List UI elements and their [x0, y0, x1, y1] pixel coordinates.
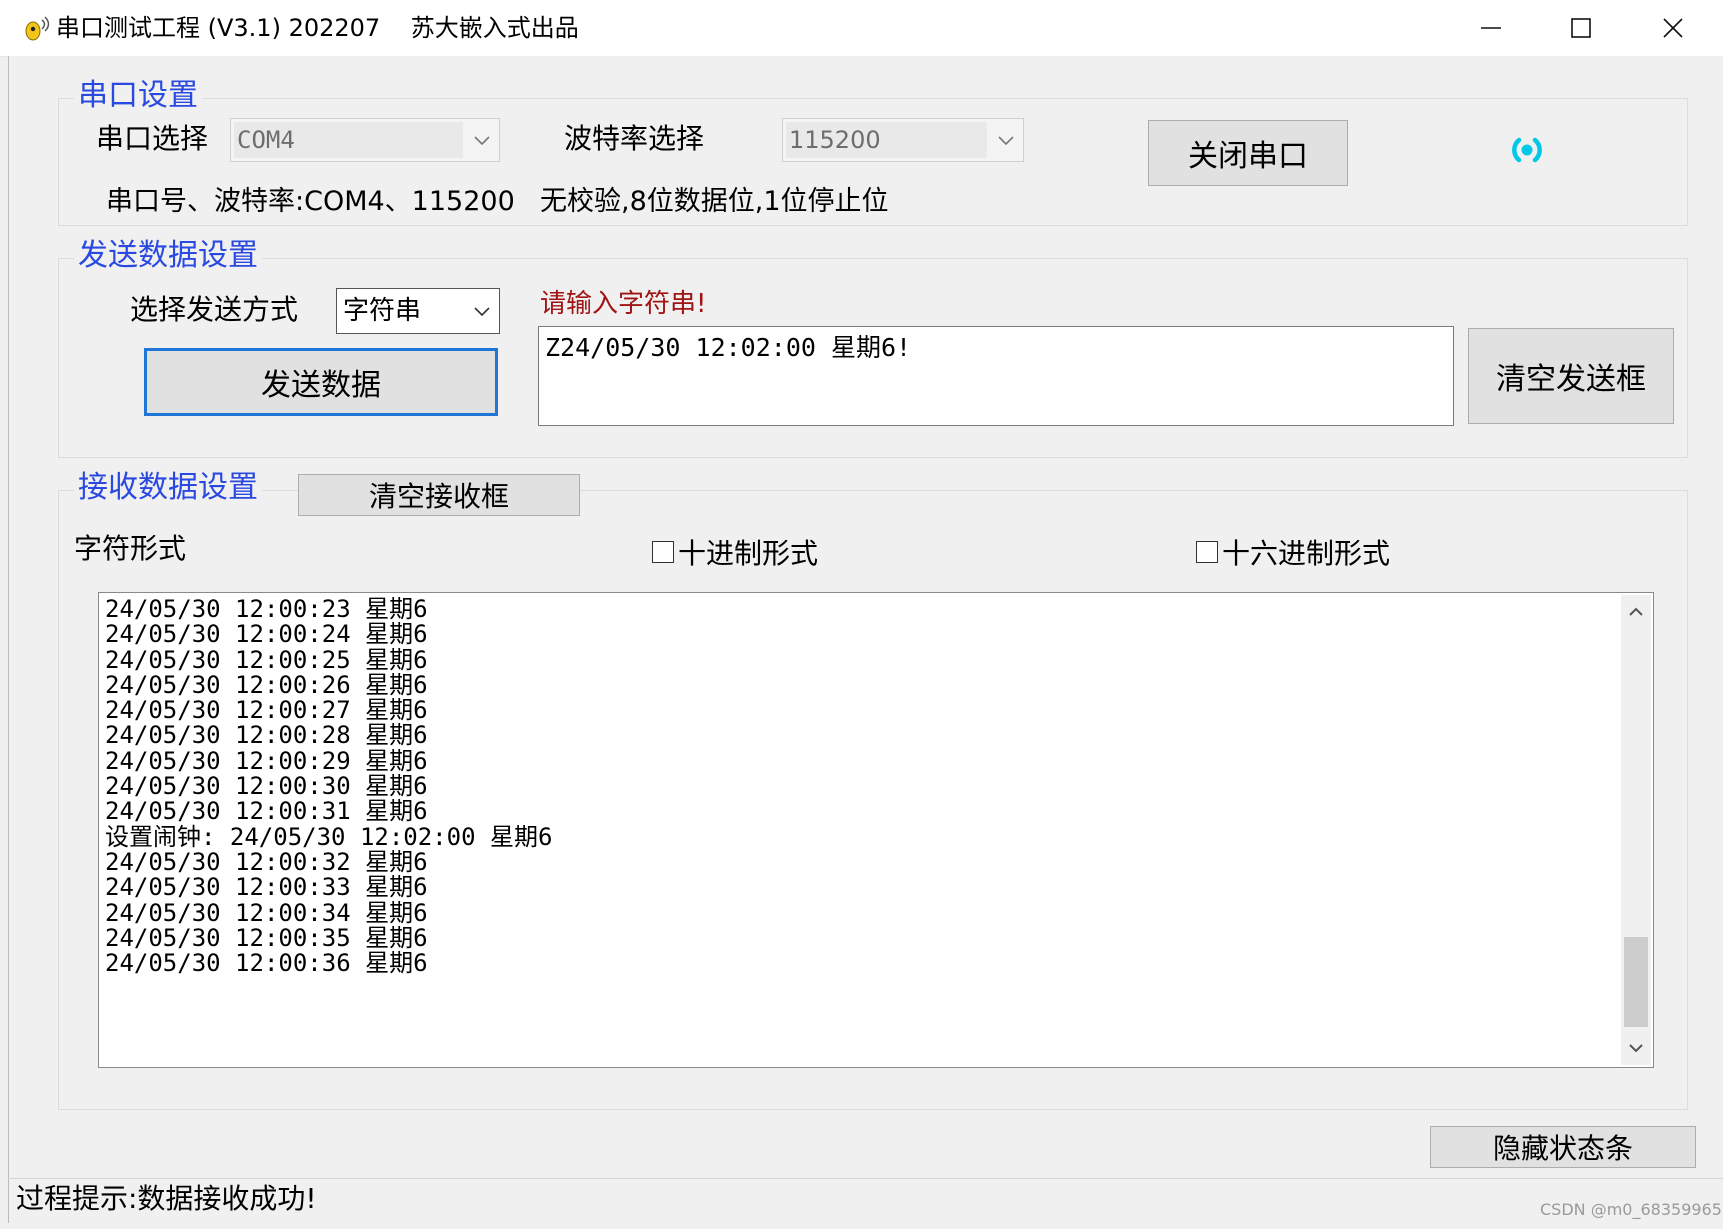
chevron-down-icon	[1629, 1044, 1643, 1053]
receive-line: 设置闹钟: 24/05/30 12:02:00 星期6	[105, 822, 553, 851]
send-input[interactable]: Z24/05/30 12:02:00 星期6!	[538, 326, 1454, 426]
scroll-up-button[interactable]	[1621, 597, 1651, 627]
receive-line: 24/05/30 12:00:23 星期6	[105, 595, 428, 623]
send-settings-title: 发送数据设置	[74, 238, 262, 274]
port-select-value: COM4	[237, 126, 295, 154]
background-window-edge	[1723, 0, 1731, 1229]
hide-status-button[interactable]: 隐藏状态条	[1430, 1126, 1696, 1168]
baud-label: 波特率选择	[564, 122, 705, 155]
minimize-button[interactable]	[1446, 0, 1536, 56]
status-text: 过程提示:数据接收成功!	[16, 1182, 317, 1215]
receive-settings-title: 接收数据设置	[74, 470, 262, 506]
format-info-text: 无校验,8位数据位,1位停止位	[540, 186, 889, 217]
baud-select[interactable]: 115200	[782, 118, 1024, 162]
receive-lines: 24/05/30 12:00:23 星期6 24/05/30 12:00:24 …	[105, 595, 553, 978]
decimal-checkbox[interactable]: 十进制形式	[652, 532, 818, 572]
receive-line: 24/05/30 12:00:24 星期6	[105, 620, 428, 649]
receive-line: 24/05/30 12:00:26 星期6	[105, 670, 428, 699]
radio-signal-icon	[1512, 137, 1542, 163]
receive-line: 24/05/30 12:00:35 星期6	[105, 923, 428, 952]
receive-line: 24/05/30 12:00:25 星期6	[105, 645, 428, 674]
send-input-value: Z24/05/30 12:02:00 星期6!	[545, 333, 912, 362]
port-label: 串口选择	[96, 122, 209, 155]
receive-line: 24/05/30 12:00:33 星期6	[105, 873, 428, 902]
close-icon	[1663, 18, 1683, 38]
receive-line: 24/05/30 12:00:31 星期6	[105, 797, 428, 826]
receive-line: 24/05/30 12:00:36 星期6	[105, 949, 428, 978]
app-icon	[25, 16, 50, 41]
chevron-up-icon	[1629, 607, 1643, 616]
chevron-down-icon	[998, 136, 1014, 146]
chevron-down-icon	[474, 136, 490, 146]
decimal-checkbox-label: 十进制形式	[678, 537, 819, 570]
send-mode-label: 选择发送方式	[130, 293, 299, 326]
window-title: 串口测试工程 (V3.1) 202207 苏大嵌入式出品	[56, 14, 579, 42]
send-data-button[interactable]: 发送数据	[144, 348, 498, 416]
close-button[interactable]	[1628, 0, 1718, 56]
clear-receive-button[interactable]: 清空接收框	[298, 474, 580, 516]
scrollbar-thumb[interactable]	[1624, 937, 1648, 1027]
baud-select-value: 115200	[789, 126, 881, 154]
receive-line: 24/05/30 12:00:27 星期6	[105, 696, 428, 725]
receive-line: 24/05/30 12:00:29 星期6	[105, 746, 428, 775]
chevron-down-icon	[474, 307, 490, 317]
receive-textbox[interactable]: 24/05/30 12:00:23 星期6 24/05/30 12:00:24 …	[98, 592, 1654, 1068]
decimal-checkbox-box[interactable]	[652, 541, 674, 563]
port-select[interactable]: COM4	[230, 118, 500, 162]
hex-checkbox[interactable]: 十六进制形式	[1196, 532, 1390, 572]
receive-line: 24/05/30 12:00:34 星期6	[105, 898, 428, 927]
vertical-scrollbar[interactable]	[1621, 595, 1651, 1065]
receive-line: 24/05/30 12:00:32 星期6	[105, 847, 428, 876]
maximize-button[interactable]	[1536, 0, 1626, 56]
send-prompt: 请输入字符串!	[540, 289, 707, 319]
close-port-button[interactable]: 关闭串口	[1148, 120, 1348, 186]
receive-line: 24/05/30 12:00:30 星期6	[105, 772, 428, 801]
scroll-down-button[interactable]	[1621, 1033, 1651, 1063]
send-mode-value: 字符串	[343, 296, 422, 326]
send-mode-select[interactable]: 字符串	[336, 288, 500, 334]
char-mode-label: 字符形式	[74, 532, 187, 565]
minimize-icon	[1481, 27, 1501, 29]
hex-checkbox-label: 十六进制形式	[1222, 537, 1391, 570]
status-divider	[8, 1178, 1723, 1179]
receive-line: 24/05/30 12:00:28 星期6	[105, 721, 428, 750]
serial-settings-title: 串口设置	[74, 78, 202, 114]
port-info-text: 串口号、波特率:COM4、115200	[106, 186, 515, 217]
title-bar: 串口测试工程 (V3.1) 202207 苏大嵌入式出品	[0, 0, 1731, 57]
clear-send-button[interactable]: 清空发送框	[1468, 328, 1674, 424]
hex-checkbox-box[interactable]	[1196, 541, 1218, 563]
csdn-watermark: CSDN @m0_68359965	[1540, 1200, 1722, 1219]
maximize-icon	[1571, 18, 1591, 38]
